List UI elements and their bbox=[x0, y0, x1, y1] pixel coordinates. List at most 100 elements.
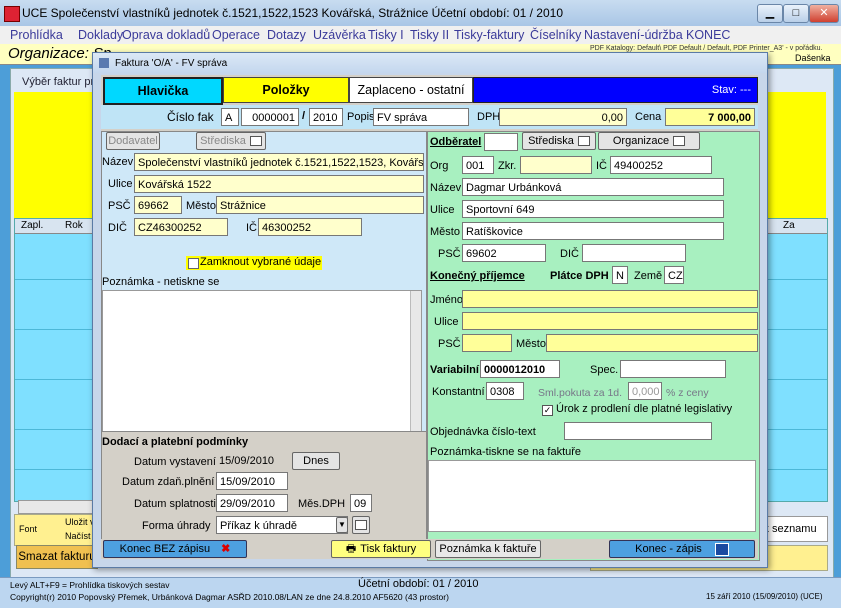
popis-field[interactable]: FV správa bbox=[373, 108, 469, 126]
dodavatel-strediska-button[interactable]: Střediska bbox=[196, 132, 266, 150]
invoice-grid-right[interactable]: Za bbox=[766, 218, 828, 502]
chevron-down-icon[interactable]: ▼ bbox=[336, 517, 348, 533]
konecny-prijemce-label: Konečný příjemce bbox=[430, 270, 525, 282]
urok-checkbox[interactable]: ✓ bbox=[542, 405, 553, 416]
organizace-button[interactable]: Organizace bbox=[598, 132, 700, 150]
objednavka-label: Objednávka číslo-text bbox=[430, 426, 536, 438]
dodavatel-ulice-field[interactable]: Kovářská 1522 bbox=[134, 175, 424, 193]
konec-zapis-button[interactable]: Konec - zápis bbox=[609, 540, 755, 558]
datum-vystaveni-field[interactable]: 15/09/2010 bbox=[216, 452, 288, 470]
odb-dic-field[interactable] bbox=[582, 244, 686, 262]
delete-invoice-button[interactable]: Smazat fakturu bbox=[16, 545, 98, 569]
spec-field[interactable] bbox=[620, 360, 726, 378]
zamknout-label: Zamknout vybrané údaje bbox=[200, 256, 322, 268]
main-titlebar: UCE Společenství vlastníků jednotek č.15… bbox=[0, 0, 841, 27]
odb-ulice-field[interactable]: Sportovní 649 bbox=[462, 200, 724, 218]
menu-dotazy[interactable]: Dotazy bbox=[267, 28, 306, 42]
cislo-fak-label: Číslo fak bbox=[167, 110, 214, 124]
menu-oprava-dokladu[interactable]: Oprava dokladů bbox=[122, 28, 210, 42]
sml-pokuta-field[interactable]: 0,000 bbox=[628, 382, 662, 400]
dodavatel-ic-field[interactable]: 46300252 bbox=[258, 218, 362, 236]
datum-splatnosti-field[interactable]: 29/09/2010 bbox=[216, 494, 288, 512]
tab-hlavicka[interactable]: Hlavička bbox=[103, 77, 223, 105]
konec-bez-label: Konec BEZ zápisu bbox=[119, 543, 211, 555]
dodaci-panel: Dodací a platební podmínky Datum vystave… bbox=[101, 431, 427, 555]
odb-nazev-field[interactable]: Dagmar Urbánková bbox=[462, 178, 724, 196]
filter-area-left bbox=[14, 92, 102, 218]
invoice-number-field[interactable]: 0000001 bbox=[241, 108, 299, 126]
save-view-button[interactable]: Uložit v bbox=[65, 517, 95, 527]
odberatel-strediska-button[interactable]: Střediska bbox=[522, 132, 596, 150]
column-header-zapl[interactable]: Zapl. bbox=[21, 220, 43, 231]
kp-jmeno-field[interactable] bbox=[462, 290, 758, 308]
urok-label: Úrok z prodlení dle platné legislativy bbox=[556, 403, 733, 415]
odb-psc-field[interactable]: 69602 bbox=[462, 244, 546, 262]
menu-nastaveni-udrzba[interactable]: Nastavení-údržba bbox=[584, 28, 683, 42]
kp-ulice-field[interactable] bbox=[462, 312, 758, 330]
organizace-label: Organizace bbox=[612, 135, 670, 147]
kp-psc-field[interactable] bbox=[462, 334, 512, 352]
invoice-year-field[interactable]: 2010 bbox=[309, 108, 343, 126]
org-field[interactable]: 001 bbox=[462, 156, 494, 174]
odb-ic-field[interactable]: 49400252 bbox=[610, 156, 712, 174]
platce-dph-field[interactable]: N bbox=[612, 266, 628, 284]
menu-tisky-2[interactable]: Tisky II bbox=[410, 28, 449, 42]
forma-uhrady-select[interactable]: Příkaz k úhradě bbox=[216, 516, 348, 534]
objednavka-field[interactable] bbox=[564, 422, 712, 440]
poznamka-label: Poznámka - netiskne se bbox=[102, 276, 220, 288]
dodavatel-psc-field[interactable]: 69662 bbox=[134, 196, 182, 214]
font-button[interactable]: Font bbox=[19, 524, 37, 534]
close-button[interactable]: ✕ bbox=[809, 4, 839, 23]
menu-tisky-1[interactable]: Tisky I bbox=[368, 28, 404, 42]
poznamka-textarea[interactable] bbox=[102, 290, 422, 432]
menu-konec[interactable]: KONEC bbox=[686, 28, 730, 42]
dodavatel-dic-field[interactable]: CZ46300252 bbox=[134, 218, 228, 236]
tab-polozky[interactable]: Položky bbox=[223, 77, 349, 103]
menu-ciselniky[interactable]: Číselníky bbox=[530, 28, 581, 42]
status-hint: Levý ALT+F9 = Prohlídka tiskových sestav bbox=[10, 580, 170, 590]
poznamka-scrollbar[interactable] bbox=[410, 291, 421, 431]
odberatel-field[interactable] bbox=[484, 133, 518, 151]
variabilni-field[interactable]: 0000012010 bbox=[480, 360, 560, 378]
jmeno-label: Jméno bbox=[430, 294, 464, 306]
table-icon bbox=[673, 136, 686, 147]
dialog-button-bar: Konec BEZ zápisu ✖ 🖶 Tisk faktury Poznámk… bbox=[101, 539, 758, 559]
zamknout-checkbox[interactable] bbox=[188, 258, 199, 269]
org-label: Org bbox=[430, 160, 449, 172]
dodavatel-button[interactable]: Dodavatel bbox=[106, 132, 160, 150]
tisk-faktury-button[interactable]: 🖶 Tisk faktury bbox=[331, 540, 431, 558]
invoice-prefix-field[interactable]: A bbox=[221, 108, 239, 126]
dnes-button[interactable]: Dnes bbox=[292, 452, 340, 470]
odb-mesto-field[interactable]: Ratíškovice bbox=[462, 222, 724, 240]
kp-mesto-field[interactable] bbox=[546, 334, 758, 352]
minimize-button[interactable]: ▁ bbox=[757, 4, 783, 23]
zkr-field[interactable] bbox=[520, 156, 592, 174]
dodavatel-mesto-field[interactable]: Strážnice bbox=[216, 196, 424, 214]
menu-uzaverka[interactable]: Uzávěrka bbox=[313, 28, 366, 42]
konstantni-field[interactable]: 0308 bbox=[486, 382, 524, 400]
column-header-rok[interactable]: Rok bbox=[65, 220, 83, 231]
menu-doklady[interactable]: Doklady bbox=[78, 28, 123, 42]
pdf-status-text: PDF Katalogy: Default\ PDF Default / Def… bbox=[590, 45, 823, 52]
datum-splatnosti-label: Datum splatnosti bbox=[134, 498, 216, 510]
menu-tisky-faktury[interactable]: Tisky-faktury bbox=[454, 28, 524, 42]
forma-table-button[interactable] bbox=[352, 516, 370, 534]
zeme-field[interactable]: CZ bbox=[664, 266, 684, 284]
zamknout-checkbox-area[interactable]: Zamknout vybrané údaje bbox=[186, 256, 322, 270]
konec-bez-zapisu-button[interactable]: Konec BEZ zápisu ✖ bbox=[103, 540, 247, 558]
mes-dph-label: Měs.DPH bbox=[298, 498, 346, 510]
menu-operace[interactable]: Operace bbox=[212, 28, 260, 42]
dodavatel-nazev-field[interactable]: Společenství vlastníků jednotek č.1521,1… bbox=[134, 153, 424, 171]
menu-prohlidka[interactable]: Prohlídka bbox=[10, 28, 63, 42]
close-icon: ✖ bbox=[221, 543, 231, 555]
maximize-button[interactable]: □ bbox=[783, 4, 809, 23]
datum-zdan-field[interactable]: 15/09/2010 bbox=[216, 472, 288, 490]
column-header-za[interactable]: Za bbox=[783, 220, 795, 231]
poznamka-tisk-textarea[interactable] bbox=[428, 460, 756, 532]
stav-bar: Stav: --- bbox=[473, 77, 758, 103]
stav-text: Stav: --- bbox=[711, 84, 751, 96]
mes-dph-field[interactable]: 09 bbox=[350, 494, 372, 512]
tab-zaplaceno-ostatni[interactable]: Zaplaceno - ostatní bbox=[349, 77, 473, 103]
save-icon bbox=[714, 542, 729, 556]
poznamka-k-fakture-button[interactable]: Poznámka k faktuře bbox=[435, 540, 541, 558]
